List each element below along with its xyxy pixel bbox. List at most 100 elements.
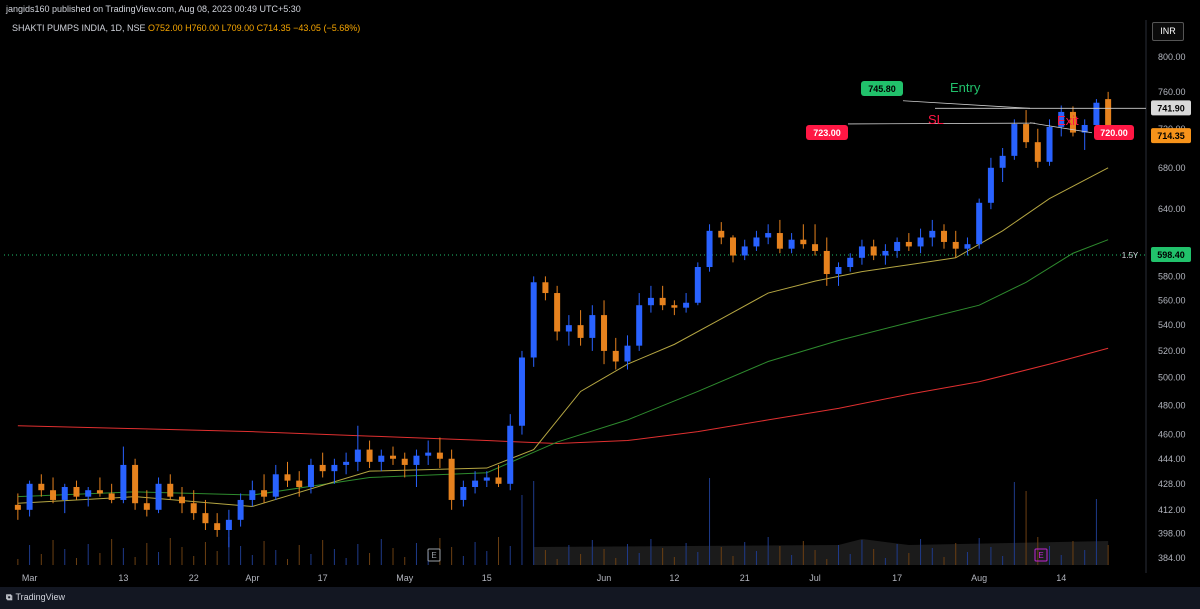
candle-body: [495, 477, 502, 484]
tradingview-brand: TradingView: [15, 592, 65, 602]
candle-body: [1046, 126, 1053, 162]
candle-body: [178, 496, 185, 504]
volume-bar: [287, 559, 288, 565]
candle-body: [96, 490, 103, 494]
volume-bar: [29, 545, 31, 565]
candle-body: [847, 257, 854, 268]
volume-bar: [64, 549, 66, 565]
candle-body: [214, 523, 221, 530]
candle-body: [964, 244, 971, 249]
candle-body: [237, 499, 244, 520]
volume-bar: [791, 555, 793, 565]
entry-label: Entry: [950, 80, 981, 95]
volume-bar: [521, 495, 523, 565]
candle-body: [530, 282, 537, 358]
candle-body: [624, 345, 631, 362]
candle-body: [647, 297, 654, 306]
volume-bar: [861, 540, 863, 565]
candle-body: [835, 267, 842, 275]
candle-body: [460, 487, 467, 500]
volume-bar: [1084, 550, 1086, 565]
candle-body: [941, 230, 948, 242]
candle-body: [636, 305, 643, 346]
volume-bar: [556, 559, 558, 565]
x-tick-label: 17: [318, 573, 328, 583]
candle-body: [612, 350, 619, 362]
candle-body: [249, 490, 256, 500]
candle-body: [601, 315, 608, 351]
price-chart[interactable]: 384.00 398.00 412.00 428.00 444.00 460.00 480.…: [0, 0, 1200, 587]
volume-bar: [1072, 541, 1074, 565]
candle-body: [120, 464, 127, 500]
volume-bar: [709, 478, 711, 565]
volume-bar: [978, 538, 980, 565]
earnings-marker: E: [431, 551, 436, 560]
volume-bar: [369, 553, 371, 565]
volume-bar: [158, 552, 160, 565]
y-tick-label: 800.00: [1158, 52, 1186, 62]
volume-bar: [275, 550, 277, 565]
volume-bar: [1095, 499, 1097, 565]
candle-body: [858, 246, 865, 258]
volume-bar: [345, 558, 347, 565]
volume-bar: [87, 544, 89, 565]
sl-label: SL: [928, 112, 944, 127]
candle-body: [765, 233, 772, 238]
candle-body: [694, 267, 701, 303]
x-tick-label: 22: [189, 573, 199, 583]
volume-bar: [697, 552, 699, 565]
entry-badge: 745.80: [868, 84, 896, 94]
candle-body: [343, 461, 350, 465]
entry-trend-line: [902, 100, 1031, 109]
volume-bar: [568, 545, 570, 565]
candle-body: [225, 519, 232, 530]
volume-bar: [310, 554, 312, 565]
volume-bar: [322, 540, 324, 565]
volume-bar: [615, 558, 617, 565]
x-tick-label: 21: [740, 573, 750, 583]
volume-bar: [1107, 545, 1109, 565]
x-tick-label: 14: [1056, 573, 1066, 583]
volume-bar: [814, 550, 816, 565]
volume-bar: [720, 547, 722, 565]
line-tag: 1.5Y: [1122, 251, 1139, 260]
volume-bar: [52, 540, 54, 565]
volume-bar: [650, 539, 652, 565]
candle-body: [14, 504, 21, 510]
candle-body: [401, 458, 408, 465]
volume-bar: [17, 559, 19, 565]
volume-bar: [685, 543, 687, 565]
candle-body: [307, 464, 314, 488]
volume-bar: [415, 543, 417, 565]
volume-bar: [451, 547, 453, 565]
volume-bar: [838, 545, 839, 565]
tradingview-logo[interactable]: ⧉ TradingView: [6, 592, 65, 603]
sma-mid-line: [17, 239, 1109, 498]
candle-body: [50, 490, 57, 500]
candle-body: [905, 241, 912, 247]
candle-body: [999, 155, 1006, 168]
candle-body: [671, 305, 678, 308]
candle-body: [378, 455, 385, 462]
volume-bar: [181, 547, 183, 565]
volume-bar: [169, 538, 171, 565]
volume-bar: [1049, 546, 1051, 565]
volume-bar: [662, 548, 664, 565]
axis-label-horizontal-line: 598.40: [1157, 250, 1185, 260]
exit-label: Exit: [1057, 113, 1079, 128]
earnings-marker-upcoming: E: [1038, 551, 1043, 560]
volume-bar: [204, 542, 206, 565]
tradingview-logo-icon: ⧉: [6, 592, 13, 602]
volume-bar: [755, 551, 757, 565]
volume-bar: [943, 557, 945, 565]
candle-body: [1034, 142, 1041, 162]
x-tick-label: Apr: [245, 573, 259, 583]
candle-body: [190, 503, 197, 514]
y-tick-label: 580.00: [1158, 271, 1186, 281]
candle-body: [319, 464, 326, 472]
sma-fast-line: [17, 167, 1109, 508]
y-tick-label: 500.00: [1158, 373, 1186, 383]
volume-bar: [580, 554, 582, 565]
volume-bar: [603, 549, 605, 565]
candle-body: [143, 503, 150, 510]
